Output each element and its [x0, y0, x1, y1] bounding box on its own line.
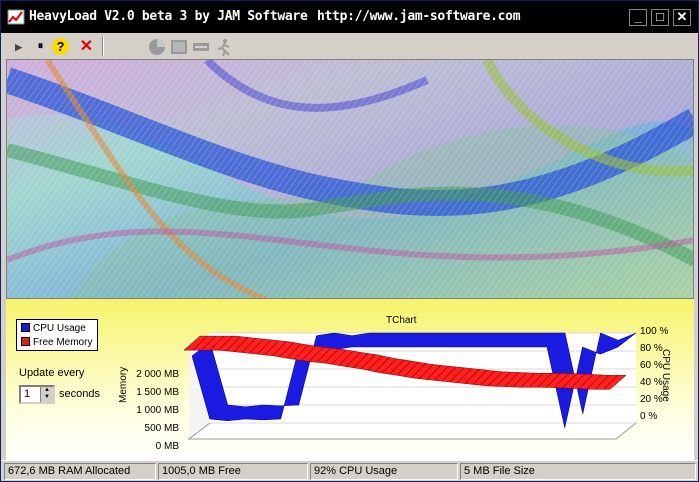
start-icon[interactable]: ▸ — [8, 36, 29, 57]
toolbar: ▸ ⏸ ? ✕ — [1, 33, 698, 59]
memory-load-icon[interactable] — [169, 37, 190, 58]
stress-test-graphics — [6, 59, 694, 299]
chart-plot — [183, 332, 638, 440]
status-bar: 672,6 MB RAM Allocated 1005,0 MB Free 92… — [1, 460, 698, 481]
minimize-button[interactable]: _ — [629, 9, 647, 26]
window-title: HeavyLoad V2.0 beta 3 by JAM Software — [29, 9, 308, 24]
disk-load-icon[interactable] — [191, 37, 212, 58]
status-memory-free: 1005,0 MB Free — [158, 463, 308, 480]
app-icon — [7, 9, 25, 25]
help-icon[interactable]: ? — [52, 38, 69, 55]
title-bar[interactable]: HeavyLoad V2.0 beta 3 by JAM Software ht… — [1, 1, 698, 33]
chart-floor — [187, 422, 638, 440]
pause-icon[interactable]: ⏸ — [30, 36, 51, 57]
stop-icon[interactable]: ✕ — [76, 36, 97, 57]
walker-icon[interactable] — [213, 37, 234, 58]
window-url: http://www.jam-software.com — [317, 9, 521, 24]
status-file-size: 5 MB File Size — [460, 463, 696, 480]
status-ram-allocated: 672,6 MB RAM Allocated — [4, 463, 156, 480]
cpu-load-icon[interactable] — [147, 37, 168, 58]
status-cpu-usage: 92% CPU Usage — [310, 463, 458, 480]
chart-panel: CPU Usage Free Memory Update every 1 ▲ ▼ … — [6, 299, 694, 460]
close-button[interactable]: ✕ — [673, 9, 691, 26]
toolbar-separator — [102, 37, 104, 56]
maximize-button[interactable]: □ — [651, 9, 669, 26]
main-window: HeavyLoad V2.0 beta 3 by JAM Software ht… — [0, 0, 699, 482]
